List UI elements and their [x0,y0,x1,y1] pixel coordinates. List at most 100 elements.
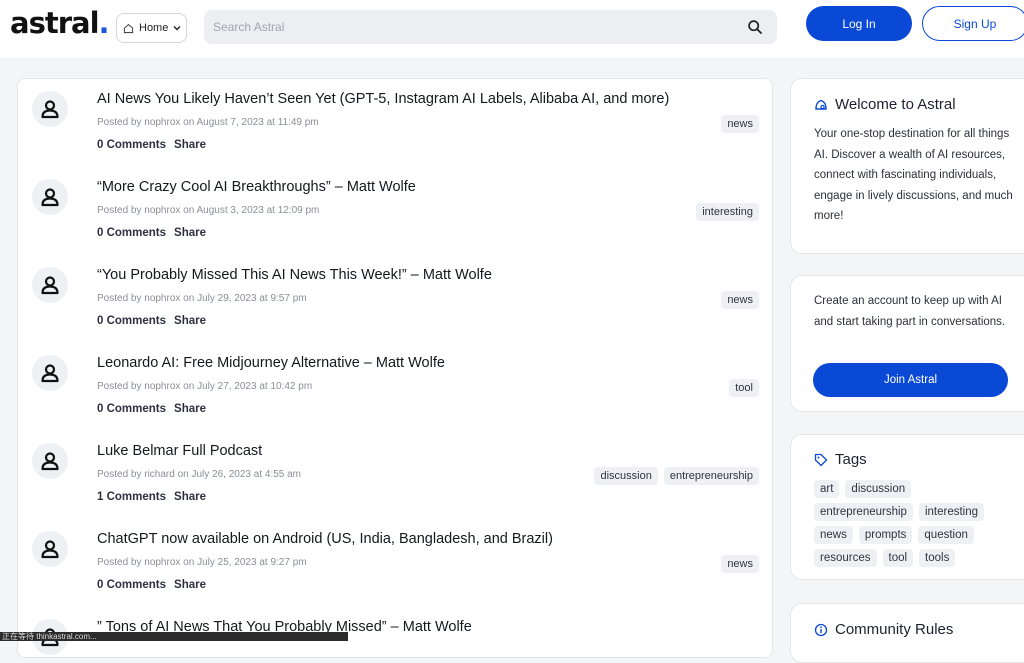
tag-chip[interactable]: prompts [858,526,913,544]
tag-chip[interactable]: tool [882,549,914,567]
post-title[interactable]: ChatGPT now available on Android (US, In… [97,531,553,547]
chevron-down-icon [173,26,181,31]
comments-link[interactable]: 0 Comments [97,139,166,151]
post-meta: Posted by nophrox on July 29, 2023 at 9:… [97,293,307,304]
comments-link[interactable]: 0 Comments [97,403,166,415]
tag-chip[interactable]: news [814,526,853,544]
post-meta: Posted by nophrox on July 27, 2023 at 10… [97,381,313,392]
share-link[interactable]: Share [174,227,206,239]
post-title[interactable]: AI News You Likely Haven’t Seen Yet (GPT… [97,91,669,107]
avatar[interactable] [32,267,68,303]
post-item: ChatGPT now available on Android (US, In… [18,519,772,607]
post-item: “You Probably Missed This AI News This W… [18,255,772,343]
user-icon [41,100,59,119]
user-icon [41,540,59,559]
post-actions: 0 Comments Share [97,315,214,327]
astral-logo[interactable]: astral. [10,6,110,40]
post-tags: discussion entrepreneurship [594,467,759,485]
welcome-text: Your one-stop destination for all things… [814,128,1013,222]
browser-status-url: 正在等待 thinkastral.com... [0,632,348,641]
post-title[interactable]: “More Crazy Cool AI Breakthroughs” – Mat… [97,179,416,195]
rules-heading: Community Rules [814,621,953,638]
post-title[interactable]: “You Probably Missed This AI News This W… [97,267,492,283]
welcome-title: Welcome to Astral [835,96,956,113]
tags-heading: Tags [814,451,867,468]
tag-chip[interactable]: news [721,291,759,309]
comments-link[interactable]: 0 Comments [97,579,166,591]
post-tags: news [721,115,759,133]
post-tags: news [721,555,759,573]
tag-chip[interactable]: discussion [845,480,912,498]
post-tags: tool [729,379,759,397]
create-account-text: Create an account to keep up with AI and… [814,295,1006,328]
post-title[interactable]: Luke Belmar Full Podcast [97,443,262,459]
tag-chip[interactable]: news [721,115,759,133]
user-icon [41,452,59,471]
signup-button[interactable]: Sign Up [922,6,1024,41]
post-item: Luke Belmar Full Podcast Posted by richa… [18,431,772,519]
post-title[interactable]: Leonardo AI: Free Midjourney Alternative… [97,355,445,371]
tag-chip[interactable]: resources [814,549,877,567]
post-item: AI News You Likely Haven’t Seen Yet (GPT… [18,79,772,167]
comments-link[interactable]: 0 Comments [97,315,166,327]
user-icon [41,364,59,383]
post-item: “More Crazy Cool AI Breakthroughs” – Mat… [18,167,772,255]
comments-link[interactable]: 0 Comments [97,227,166,239]
post-actions: 0 Comments Share [97,403,214,415]
home-icon [123,23,134,33]
tag-chip[interactable]: tool [729,379,759,397]
tag-list: art discussion entrepreneurship interest… [814,480,999,567]
astral-logo-icon [815,99,827,110]
tag-icon [814,453,828,466]
comments-link[interactable]: 1 Comments [97,491,166,503]
home-dropdown[interactable]: Home [116,13,187,43]
avatar[interactable] [32,179,68,215]
tag-chip[interactable]: news [721,555,759,573]
tags-title: Tags [835,451,867,468]
info-icon [814,623,828,636]
search-bar [204,10,777,44]
tag-chip[interactable]: discussion [594,467,658,485]
tag-chip[interactable]: interesting [918,503,985,521]
tag-chip[interactable]: interesting [696,203,759,221]
community-rules-card: Community Rules [790,603,1024,663]
tag-chip[interactable]: question [918,526,974,544]
post-actions: 0 Comments Share [97,579,214,591]
avatar[interactable] [32,355,68,391]
post-item: Leonardo AI: Free Midjourney Alternative… [18,343,772,431]
post-actions: 0 Comments Share [97,139,214,151]
tag-chip[interactable]: entrepreneurship [814,503,913,521]
post-meta: Posted by nophrox on July 25, 2023 at 9:… [97,557,307,568]
create-account-card: Create an account to keep up with AI and… [790,275,1024,412]
post-tags: news [721,291,759,309]
post-feed: AI News You Likely Haven’t Seen Yet (GPT… [17,78,773,658]
search-icon[interactable] [747,19,763,35]
share-link[interactable]: Share [174,491,206,503]
home-dropdown-label: Home [139,22,169,34]
top-header: astral. Home Log In Sign Up [0,0,1024,58]
post-actions: 0 Comments Share [97,227,214,239]
search-input[interactable] [204,10,724,44]
post-meta: Posted by richard on July 26, 2023 at 4:… [97,469,302,480]
tag-chip[interactable]: art [814,480,840,498]
login-button[interactable]: Log In [806,6,912,41]
user-icon [41,276,59,295]
tag-chip[interactable]: entrepreneurship [663,467,759,485]
user-icon [41,188,59,207]
avatar[interactable] [32,531,68,567]
avatar[interactable] [32,91,68,127]
join-button[interactable]: Join Astral [813,363,1008,397]
share-link[interactable]: Share [174,139,206,151]
post-tags: interesting [696,203,759,221]
share-link[interactable]: Share [174,315,206,327]
avatar[interactable] [32,443,68,479]
welcome-card: Welcome to Astral Your one-stop destinat… [790,78,1024,254]
share-link[interactable]: Share [174,403,206,415]
post-meta: Posted by nophrox on August 3, 2023 at 1… [97,205,320,216]
post-actions: 1 Comments Share [97,491,214,503]
tag-chip[interactable]: tools [919,549,956,567]
share-link[interactable]: Share [174,579,206,591]
welcome-heading: Welcome to Astral [814,96,956,113]
rules-title: Community Rules [835,621,954,638]
post-meta: Posted by nophrox on August 7, 2023 at 1… [97,117,319,128]
